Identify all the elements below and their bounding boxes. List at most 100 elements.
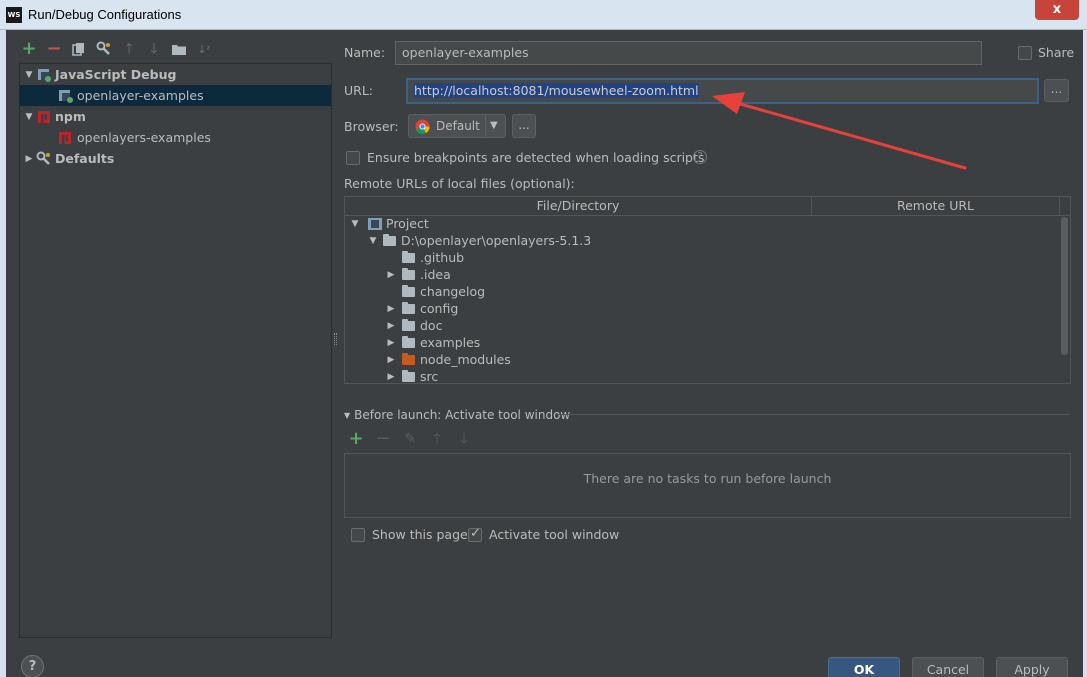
table-row[interactable]: ▶ config <box>384 300 459 317</box>
browser-more-button[interactable]: ... <box>512 114 536 138</box>
column-remote-url[interactable]: Remote URL <box>812 197 1060 216</box>
folder-icon <box>402 318 415 331</box>
window-close-button[interactable]: x <box>1035 0 1079 20</box>
name-label: Name: <box>344 45 386 60</box>
pencil-icon[interactable]: ✎ <box>401 430 419 448</box>
window-titlebar: WS Run/Debug Configurations x <box>0 0 1087 30</box>
help-icon[interactable]: ? <box>693 150 707 164</box>
folder-icon <box>402 267 415 280</box>
npm-config-icon <box>58 130 74 146</box>
ensure-breakpoints-checkbox[interactable] <box>346 151 360 165</box>
tree-item-label: openlayers-examples <box>77 130 211 145</box>
folder-icon <box>402 369 415 382</box>
activate-tool-window-checkbox[interactable] <box>468 526 482 542</box>
pane-splitter[interactable] <box>334 333 337 345</box>
folder-icon <box>402 335 415 348</box>
show-this-page-checkbox[interactable] <box>351 528 365 542</box>
url-field[interactable]: http://localhost:8081/mousewheel-zoom.ht… <box>406 78 1039 104</box>
row-label: examples <box>420 335 481 350</box>
folder-icon[interactable] <box>170 40 188 58</box>
tree-item-javascript-debug[interactable]: ▼ JavaScript Debug <box>20 64 331 85</box>
project-icon <box>368 217 382 230</box>
table-row[interactable]: ▶ examples <box>384 334 481 351</box>
expand-arrow-icon[interactable]: ▼ <box>22 70 36 80</box>
plus-icon[interactable]: + <box>20 40 38 58</box>
arrow-up-icon[interactable]: 🡑 <box>428 430 446 448</box>
table-row[interactable]: ▶ src <box>384 368 439 384</box>
chrome-icon <box>415 119 430 134</box>
expand-arrow-icon[interactable]: ▶ <box>384 304 398 314</box>
browser-label: Browser: <box>344 119 399 134</box>
table-row[interactable]: .github <box>384 249 464 266</box>
javascript-debug-icon <box>36 67 52 83</box>
wrench-icon <box>36 151 52 167</box>
minus-icon[interactable]: − <box>374 430 392 448</box>
expand-arrow-icon[interactable]: ▶ <box>384 338 398 348</box>
expand-arrow-icon[interactable]: ▼ <box>348 219 362 229</box>
npm-icon <box>36 109 52 125</box>
tree-item-defaults[interactable]: ▶ Defaults <box>20 148 331 169</box>
browser-select[interactable]: Default ▼ <box>408 114 506 138</box>
remote-urls-table: File/Directory Remote URL ▼ Project ▼ D:… <box>344 196 1071 384</box>
tree-item-label: Defaults <box>55 151 115 166</box>
show-this-page-label: Show this page <box>372 527 468 542</box>
before-launch-tasks-list: There are no tasks to run before launch <box>344 453 1071 518</box>
javascript-debug-config-icon <box>58 88 74 104</box>
activate-tool-window-label: Activate tool window <box>489 527 620 542</box>
chevron-down-icon: ▼ <box>490 120 498 131</box>
window-title: Run/Debug Configurations <box>28 7 182 22</box>
expand-arrow-icon[interactable]: ▶ <box>384 355 398 365</box>
table-row[interactable]: ▼ D:\openlayer\openlayers-5.1.3 <box>366 232 592 249</box>
table-row[interactable]: ▶ .idea <box>384 266 451 283</box>
before-launch-header[interactable]: ▼ Before launch: Activate tool window <box>344 408 570 422</box>
url-browse-button[interactable]: ... <box>1044 79 1069 102</box>
folder-icon <box>402 301 415 314</box>
webstorm-app-icon: WS <box>6 7 22 23</box>
cancel-button[interactable]: Cancel <box>912 657 984 677</box>
copy-icon[interactable] <box>70 40 88 58</box>
share-checkbox[interactable] <box>1018 46 1032 60</box>
arrow-down-icon[interactable]: 🡓 <box>455 430 473 448</box>
share-label: Share <box>1038 45 1075 60</box>
tree-item-openlayer-examples[interactable]: openlayer-examples <box>20 85 331 106</box>
folder-icon <box>402 250 415 263</box>
help-button[interactable]: ? <box>21 655 44 677</box>
name-field[interactable]: openlayer-examples <box>395 41 982 65</box>
plus-icon[interactable]: + <box>347 430 365 448</box>
browser-value: Default <box>436 119 480 133</box>
empty-tasks-text: There are no tasks to run before launch <box>583 471 832 486</box>
url-value: http://localhost:8081/mousewheel-zoom.ht… <box>414 83 699 98</box>
window-frame-left <box>0 30 6 677</box>
table-header: File/Directory Remote URL <box>345 197 1070 216</box>
before-launch-toolbar: + − ✎ 🡑 🡓 <box>347 430 473 448</box>
row-label: D:\openlayer\openlayers-5.1.3 <box>401 233 592 248</box>
arrow-up-icon[interactable]: 🡑 <box>120 40 138 58</box>
column-file-directory[interactable]: File/Directory <box>345 197 812 216</box>
expand-arrow-icon[interactable]: ▶ <box>384 270 398 280</box>
table-row[interactable]: ▶ doc <box>384 317 443 334</box>
wrench-icon[interactable] <box>95 40 113 58</box>
expand-arrow-icon[interactable]: ▼ <box>366 236 380 246</box>
table-scrollbar[interactable] <box>1061 217 1068 355</box>
table-row[interactable]: changelog <box>384 283 485 300</box>
folder-icon <box>383 233 396 246</box>
apply-button[interactable]: Apply <box>996 657 1068 677</box>
row-label: node_modules <box>420 352 511 367</box>
sort-icon[interactable]: ↓ᶻ <box>195 40 213 58</box>
arrow-down-icon[interactable]: 🡓 <box>145 40 163 58</box>
expand-arrow-icon[interactable]: ▶ <box>384 321 398 331</box>
minus-icon[interactable]: − <box>45 40 63 58</box>
table-row[interactable]: ▶ node_modules <box>384 351 511 368</box>
window-frame-right <box>1083 30 1087 677</box>
folder-icon <box>402 284 415 297</box>
collapse-arrow-icon[interactable]: ▶ <box>22 154 36 164</box>
ok-button[interactable]: OK <box>828 657 900 677</box>
expand-arrow-icon[interactable]: ▶ <box>384 372 398 382</box>
row-label: doc <box>420 318 443 333</box>
tree-item-npm[interactable]: ▼ npm <box>20 106 331 127</box>
table-row[interactable]: ▼ Project <box>348 215 429 232</box>
configurations-tree: ▼ JavaScript Debug openlayer-examples ▼ … <box>19 63 332 638</box>
expand-arrow-icon[interactable]: ▼ <box>22 112 36 122</box>
row-label: src <box>420 369 439 384</box>
tree-item-openlayers-examples[interactable]: openlayers-examples <box>20 127 331 148</box>
